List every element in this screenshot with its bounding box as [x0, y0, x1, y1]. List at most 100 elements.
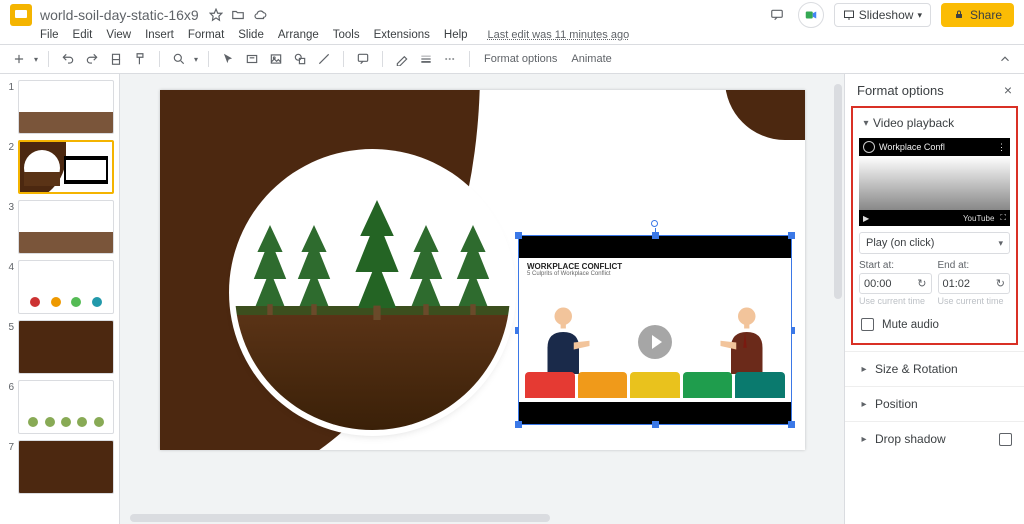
- end-time-input[interactable]: 01:02 ↻: [938, 273, 1011, 294]
- menu-slide[interactable]: Slide: [238, 29, 264, 41]
- preview-more-icon[interactable]: ⋮: [997, 142, 1006, 153]
- format-options-button[interactable]: Format options: [480, 53, 561, 65]
- drop-shadow-section[interactable]: ▸ Drop shadow: [845, 421, 1024, 456]
- zoom-dropdown-icon[interactable]: ▾: [194, 55, 198, 64]
- move-folder-icon[interactable]: [231, 8, 245, 22]
- play-icon[interactable]: [638, 325, 672, 359]
- fullscreen-icon[interactable]: ⛶: [1000, 213, 1006, 223]
- slide-thumbnail-5[interactable]: [18, 320, 114, 374]
- refresh-icon[interactable]: ↻: [917, 277, 926, 290]
- resize-handle[interactable]: [652, 421, 659, 428]
- undo-button[interactable]: [59, 50, 77, 68]
- menu-arrange[interactable]: Arrange: [278, 29, 319, 41]
- menu-view[interactable]: View: [106, 29, 131, 41]
- thumb-number: 2: [4, 140, 14, 153]
- start-at-label: Start at:: [859, 260, 932, 271]
- canvas-vertical-scrollbar[interactable]: [834, 84, 842, 514]
- resize-handle[interactable]: [788, 232, 795, 239]
- resize-handle[interactable]: [652, 232, 659, 239]
- border-weight-button[interactable]: [417, 50, 435, 68]
- soil-circle-graphic: [235, 155, 510, 430]
- format-options-panel: Format options × ▾ Video playback Workpl…: [844, 74, 1024, 524]
- tree-icon: [455, 225, 491, 315]
- resize-handle[interactable]: [515, 421, 522, 428]
- textbox-tool[interactable]: [243, 50, 261, 68]
- menu-insert[interactable]: Insert: [145, 29, 174, 41]
- play-mode-select[interactable]: Play (on click) ▾: [859, 232, 1010, 254]
- slide-canvas-area[interactable]: WORKPLACE CONFLICT 5 Culprits of Workpla…: [120, 74, 844, 524]
- last-edit-text[interactable]: Last edit was 11 minutes ago: [488, 29, 630, 41]
- slide-thumbnail-2[interactable]: [18, 140, 114, 194]
- tree-icon: [408, 225, 444, 315]
- menu-tools[interactable]: Tools: [333, 29, 360, 41]
- slide-thumbnail-3[interactable]: [18, 200, 114, 254]
- drop-shadow-checkbox[interactable]: [999, 433, 1012, 446]
- animate-button[interactable]: Animate: [567, 53, 615, 65]
- start-hint[interactable]: Use current time: [859, 296, 932, 306]
- document-title[interactable]: world-soil-day-static-16x9: [40, 7, 199, 23]
- slide-thumbnail-7[interactable]: [18, 440, 114, 494]
- menu-file[interactable]: File: [40, 29, 59, 41]
- chevron-right-icon: ▸: [857, 399, 871, 410]
- slide-thumbnail-6[interactable]: [18, 380, 114, 434]
- selected-video-object[interactable]: WORKPLACE CONFLICT 5 Culprits of Workpla…: [518, 235, 792, 425]
- preview-title: Workplace Confl: [879, 142, 945, 152]
- size-rotation-section[interactable]: ▸ Size & Rotation: [845, 351, 1024, 386]
- menu-extensions[interactable]: Extensions: [374, 29, 430, 41]
- mute-audio-checkbox[interactable]: [861, 318, 874, 331]
- slide-thumbnail-panel[interactable]: 1 2 3 4 5 6 7: [0, 74, 120, 524]
- close-panel-icon[interactable]: ×: [1004, 82, 1012, 98]
- slideshow-label: Slideshow: [859, 8, 914, 22]
- title-bar: world-soil-day-static-16x9 Slideshow ▾ S…: [0, 0, 1024, 26]
- resize-handle[interactable]: [515, 232, 522, 239]
- border-color-button[interactable]: [393, 50, 411, 68]
- start-time-input[interactable]: 00:00 ↻: [859, 273, 932, 294]
- star-icon[interactable]: [209, 8, 223, 22]
- slides-logo-icon[interactable]: [10, 4, 32, 26]
- video-frame: WORKPLACE CONFLICT 5 Culprits of Workpla…: [519, 258, 791, 402]
- image-tool[interactable]: [267, 50, 285, 68]
- hide-menus-button[interactable]: [996, 50, 1014, 68]
- comment-button[interactable]: [354, 50, 372, 68]
- video-playback-section-header[interactable]: ▾ Video playback: [859, 112, 1010, 134]
- redo-button[interactable]: [83, 50, 101, 68]
- line-tool[interactable]: [315, 50, 333, 68]
- comment-history-icon[interactable]: [770, 8, 784, 22]
- cloud-status-icon[interactable]: [253, 8, 267, 22]
- position-section[interactable]: ▸ Position: [845, 386, 1024, 421]
- new-slide-button[interactable]: [10, 50, 28, 68]
- resize-handle[interactable]: [788, 421, 795, 428]
- slideshow-dropdown-icon[interactable]: ▾: [917, 10, 922, 21]
- preview-play-icon[interactable]: ▶: [863, 214, 869, 223]
- menu-format[interactable]: Format: [188, 29, 224, 41]
- end-hint[interactable]: Use current time: [938, 296, 1011, 306]
- chevron-down-icon: ▾: [859, 118, 873, 129]
- shape-tool[interactable]: [291, 50, 309, 68]
- slide-canvas[interactable]: WORKPLACE CONFLICT 5 Culprits of Workpla…: [160, 90, 805, 450]
- rotate-handle[interactable]: [651, 220, 658, 227]
- person-illustration: [537, 304, 593, 374]
- mute-audio-row[interactable]: Mute audio: [859, 314, 1010, 335]
- share-button[interactable]: Share: [941, 3, 1014, 27]
- video-preview[interactable]: Workplace Confl ⋮ ▶ YouTube ⛶: [859, 138, 1010, 226]
- thumb-number: 7: [4, 440, 14, 453]
- drop-shadow-label: Drop shadow: [875, 432, 946, 446]
- paint-format-button[interactable]: [131, 50, 149, 68]
- meet-icon[interactable]: [798, 2, 824, 28]
- select-tool[interactable]: [219, 50, 237, 68]
- video-subtitle: 5 Culprits of Workplace Conflict: [527, 271, 783, 277]
- menu-bar: File Edit View Insert Format Slide Arran…: [0, 26, 1024, 44]
- print-button[interactable]: [107, 50, 125, 68]
- border-dash-button[interactable]: [441, 50, 459, 68]
- slideshow-button[interactable]: Slideshow ▾: [834, 3, 931, 27]
- slide-bg-blob: [725, 90, 805, 140]
- slide-thumbnail-4[interactable]: [18, 260, 114, 314]
- menu-help[interactable]: Help: [444, 29, 468, 41]
- new-slide-dropdown-icon[interactable]: ▾: [34, 55, 38, 64]
- menu-edit[interactable]: Edit: [73, 29, 93, 41]
- canvas-horizontal-scrollbar[interactable]: [130, 514, 830, 522]
- slide-thumbnail-1[interactable]: [18, 80, 114, 134]
- zoom-button[interactable]: [170, 50, 188, 68]
- panel-title: Format options: [857, 83, 944, 98]
- refresh-icon[interactable]: ↻: [996, 277, 1005, 290]
